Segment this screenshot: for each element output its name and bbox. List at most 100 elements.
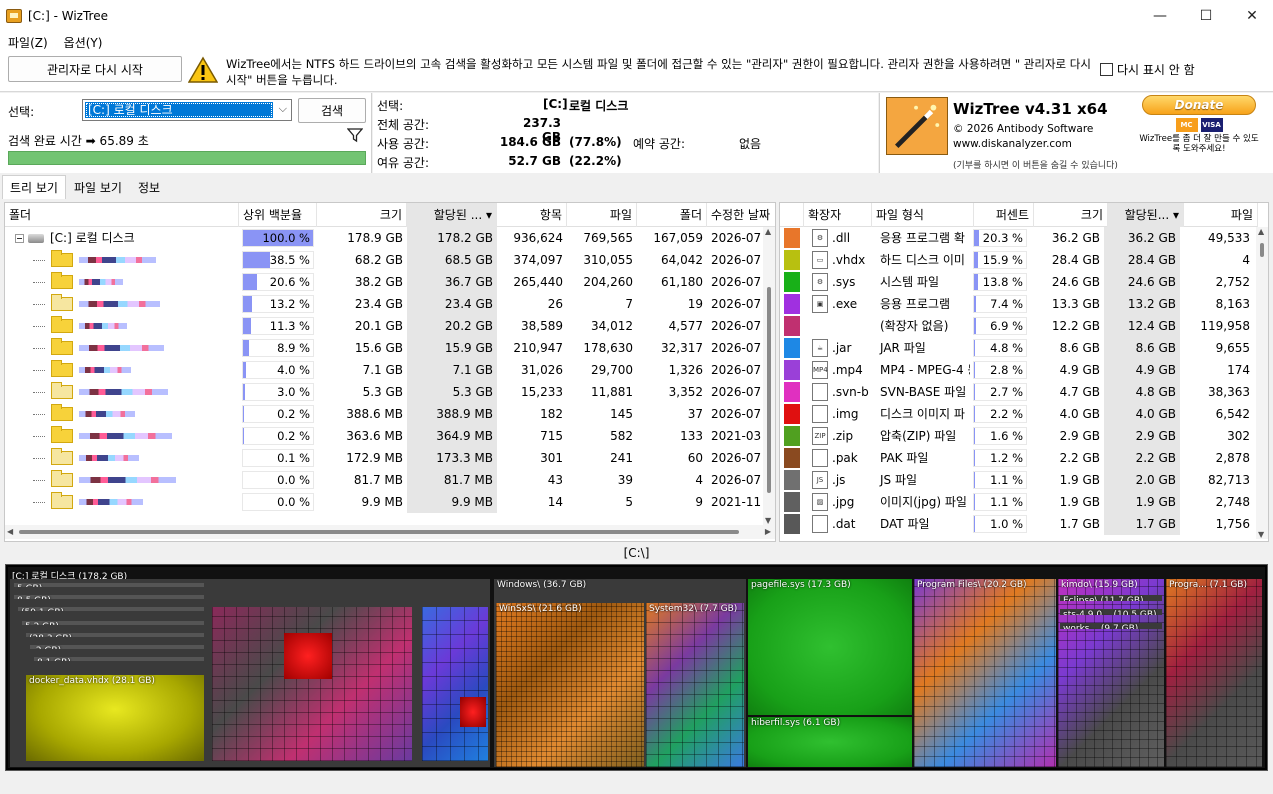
col-modified[interactable]: 수정한 날짜 xyxy=(707,203,775,227)
list-item[interactable]: MP4 .mp4 MP4 - MPEG-4 동 2.8 % 4.9 GB 4.9 GB 17… xyxy=(780,359,1254,381)
table-row[interactable]: 13.2 % 23.4 GB 23.4 GB 26 7 19 2026-07 xyxy=(5,293,775,315)
dont-show-again-checkbox[interactable]: 다시 표시 안 함 xyxy=(1100,61,1195,78)
folder-cell[interactable]: [C:] 로컬 디스크 xyxy=(5,227,239,249)
list-item[interactable]: ⚙ .dll 응용 프로그램 확 20.3 % 36.2 GB 36.2 GB 49,533 xyxy=(780,227,1254,249)
folder-cell[interactable] xyxy=(5,491,239,513)
col-items[interactable]: 항목 xyxy=(497,203,567,227)
folder-cell[interactable] xyxy=(5,337,239,359)
folder-cell[interactable] xyxy=(5,315,239,337)
filter-icon[interactable] xyxy=(347,127,363,143)
list-item[interactable]: ☕ .jar JAR 파일 4.8 % 8.6 GB 8.6 GB 9,655 xyxy=(780,337,1254,359)
treemap-eclipse[interactable]: Eclipse\ (11.7 GB) xyxy=(1060,595,1162,601)
col-allocated[interactable]: 할당된 ... ▾ xyxy=(407,203,497,227)
treemap-works[interactable]: works... (9.7 GB) xyxy=(1060,623,1162,629)
list-item[interactable]: (확장자 없음) 6.9 % 12.2 GB 12.4 GB 119,958 xyxy=(780,315,1254,337)
table-row[interactable]: 0.2 % 363.6 MB 364.9 MB 715 582 133 2021-03 xyxy=(5,425,775,447)
collapse-toggle[interactable] xyxy=(15,233,24,243)
list-item[interactable]: ▨ .jpg 이미지(jpg) 파일 1.1 % 1.9 GB 1.9 GB 2,748 xyxy=(780,491,1254,513)
tab-file-view[interactable]: 파일 보기 xyxy=(66,175,130,199)
folder-cell[interactable] xyxy=(5,359,239,381)
ext-vscrollbar[interactable]: ▲ ▼ xyxy=(1256,227,1268,539)
list-item[interactable]: .img 디스크 이미지 파 2.2 % 4.0 GB 4.0 GB 6,542 xyxy=(780,403,1254,425)
folder-cell[interactable] xyxy=(5,381,239,403)
folder-cell[interactable] xyxy=(5,293,239,315)
col-files[interactable]: 파일 xyxy=(567,203,637,227)
close-button[interactable]: ✕ xyxy=(1229,0,1273,32)
list-item[interactable]: ⚙ .sys 시스템 파일 13.8 % 24.6 GB 24.6 GB 2,752 xyxy=(780,271,1254,293)
folder-cell[interactable] xyxy=(5,447,239,469)
table-row[interactable]: 0.0 % 81.7 MB 81.7 MB 43 39 4 2026-07 xyxy=(5,469,775,491)
treemap-strip[interactable]: 8.1 GB) xyxy=(34,657,204,661)
col-folders[interactable]: 폴더 xyxy=(637,203,707,227)
folder-cell[interactable] xyxy=(5,425,239,447)
tree-vscroll-thumb[interactable] xyxy=(767,287,771,493)
folder-cell[interactable] xyxy=(5,469,239,491)
treemap-docker-vhdx[interactable]: docker_data.vhdx (28.1 GB) xyxy=(26,675,204,761)
treemap-block-blue[interactable] xyxy=(422,607,488,761)
tab-tree-view[interactable]: 트리 보기 xyxy=(2,175,66,199)
table-row[interactable]: 11.3 % 20.1 GB 20.2 GB 38,589 34,012 4,577 202… xyxy=(5,315,775,337)
col-percent[interactable]: 퍼센트 xyxy=(974,203,1034,227)
folder-cell[interactable] xyxy=(5,271,239,293)
table-row[interactable]: 38.5 % 68.2 GB 68.5 GB 374,097 310,055 64,042… xyxy=(5,249,775,271)
folder-cell[interactable] xyxy=(5,249,239,271)
treemap-sts[interactable]: sts-4.9.0... (10.5 GB) xyxy=(1060,609,1162,615)
col-ext-allocated[interactable]: 할당된... ▾ xyxy=(1108,203,1184,227)
minimize-button[interactable]: — xyxy=(1137,0,1183,32)
website-link[interactable]: www.diskanalyzer.com xyxy=(953,138,1072,150)
col-extension[interactable]: 확장자 xyxy=(804,203,872,227)
treemap-system32[interactable]: System32\ (7.7 GB) xyxy=(646,603,744,767)
col-folder[interactable]: 폴더 xyxy=(5,203,239,227)
drive-dropdown[interactable]: [C:] 로컬 디스크 ⌵ xyxy=(82,99,292,121)
search-button[interactable]: 검색 xyxy=(298,98,366,123)
checkbox-box[interactable] xyxy=(1100,63,1113,76)
treemap-block-mixed-a[interactable] xyxy=(212,607,412,761)
table-row[interactable]: 8.9 % 15.6 GB 15.9 GB 210,947 178,630 32,317 2… xyxy=(5,337,775,359)
maximize-button[interactable]: ☐ xyxy=(1183,0,1229,32)
tree-hscrollbar[interactable]: ◀ ▶ xyxy=(5,525,775,539)
list-item[interactable]: .svn-b SVN-BASE 파일 2.7 % 4.7 GB 4.8 GB 38,363 xyxy=(780,381,1254,403)
treemap-block-red[interactable] xyxy=(284,633,332,679)
scroll-up-arrow[interactable]: ▲ xyxy=(765,227,771,236)
treemap-strip[interactable]: (59.1 GB) xyxy=(18,607,204,611)
list-item[interactable]: ZIP .zip 압축(ZIP) 파일 1.6 % 2.9 GB 2.9 GB 302 xyxy=(780,425,1254,447)
list-item[interactable]: .pak PAK 파일 1.2 % 2.2 GB 2.2 GB 2,878 xyxy=(780,447,1254,469)
col-file-type[interactable]: 파일 형식 xyxy=(872,203,974,227)
treemap-progra[interactable]: Progra... (7.1 GB) xyxy=(1166,579,1262,767)
list-item[interactable]: ▭ .vhdx 하드 디스크 이미 15.9 % 28.4 GB 28.4 GB 4 xyxy=(780,249,1254,271)
table-row[interactable]: 4.0 % 7.1 GB 7.1 GB 31,026 29,700 1,326 2026-0… xyxy=(5,359,775,381)
restart-as-admin-button[interactable]: 관리자로 다시 시작 xyxy=(8,56,182,82)
menu-file[interactable]: 파일(Z) xyxy=(0,34,56,51)
folder-cell[interactable] xyxy=(5,403,239,425)
table-row[interactable]: 0.1 % 172.9 MB 173.3 MB 301 241 60 2026-07 xyxy=(5,447,775,469)
donate-button[interactable]: Donate xyxy=(1142,95,1256,115)
scroll-down-arrow[interactable]: ▼ xyxy=(765,516,771,525)
list-item[interactable]: .dat DAT 파일 1.0 % 1.7 GB 1.7 GB 1,756 xyxy=(780,513,1254,535)
col-ext-files[interactable]: 파일 xyxy=(1184,203,1258,227)
table-row[interactable]: 0.0 % 9.9 MB 9.9 MB 14 5 9 2021-11 xyxy=(5,491,775,513)
table-row[interactable]: 3.0 % 5.3 GB 5.3 GB 15,233 11,881 3,352 2026-0… xyxy=(5,381,775,403)
col-size[interactable]: 크기 xyxy=(317,203,407,227)
table-row[interactable]: 0.2 % 388.6 MB 388.9 MB 182 145 37 2026-07 xyxy=(5,403,775,425)
tab-info[interactable]: 정보 xyxy=(130,175,168,199)
scroll-left-arrow[interactable]: ◀ xyxy=(7,527,13,536)
treemap-program-files[interactable]: Program Files\ (20.2 GB) xyxy=(914,579,1056,767)
treemap-hiberfil[interactable]: hiberfil.sys (6.1 GB) xyxy=(748,717,912,767)
treemap-winsxs[interactable]: WinSxS\ (21.6 GB) xyxy=(496,603,644,767)
table-row[interactable]: 20.6 % 38.2 GB 36.7 GB 265,440 204,260 61,180… xyxy=(5,271,775,293)
scroll-down-arrow[interactable]: ▼ xyxy=(1258,530,1264,539)
treemap-strip[interactable]: 8.5 GB) xyxy=(14,595,204,599)
list-item[interactable]: ▣ .exe 응용 프로그램 7.4 % 13.3 GB 13.2 GB 8,163 xyxy=(780,293,1254,315)
scroll-right-arrow[interactable]: ▶ xyxy=(765,527,771,536)
scroll-up-arrow[interactable]: ▲ xyxy=(1258,227,1264,236)
col-parent-percent[interactable]: 상위 백분율 xyxy=(239,203,317,227)
treemap-block-red-small[interactable] xyxy=(460,697,486,727)
ext-vscroll-thumb[interactable] xyxy=(1260,243,1264,257)
table-row[interactable]: [C:] 로컬 디스크 100.0 % 178.9 GB 178.2 GB 936,62… xyxy=(5,227,775,249)
menu-options[interactable]: 옵션(Y) xyxy=(56,34,111,51)
treemap-kimdo[interactable]: kimdo\ (15.9 GB) xyxy=(1058,579,1164,767)
treemap-pagefile[interactable]: pagefile.sys (17.3 GB) xyxy=(748,579,912,715)
treemap-strip[interactable]: (28.3 GB) xyxy=(26,633,204,637)
list-item[interactable]: JS .js JS 파일 1.1 % 1.9 GB 2.0 GB 82,713 xyxy=(780,469,1254,491)
tree-hscroll-thumb[interactable] xyxy=(19,530,739,534)
